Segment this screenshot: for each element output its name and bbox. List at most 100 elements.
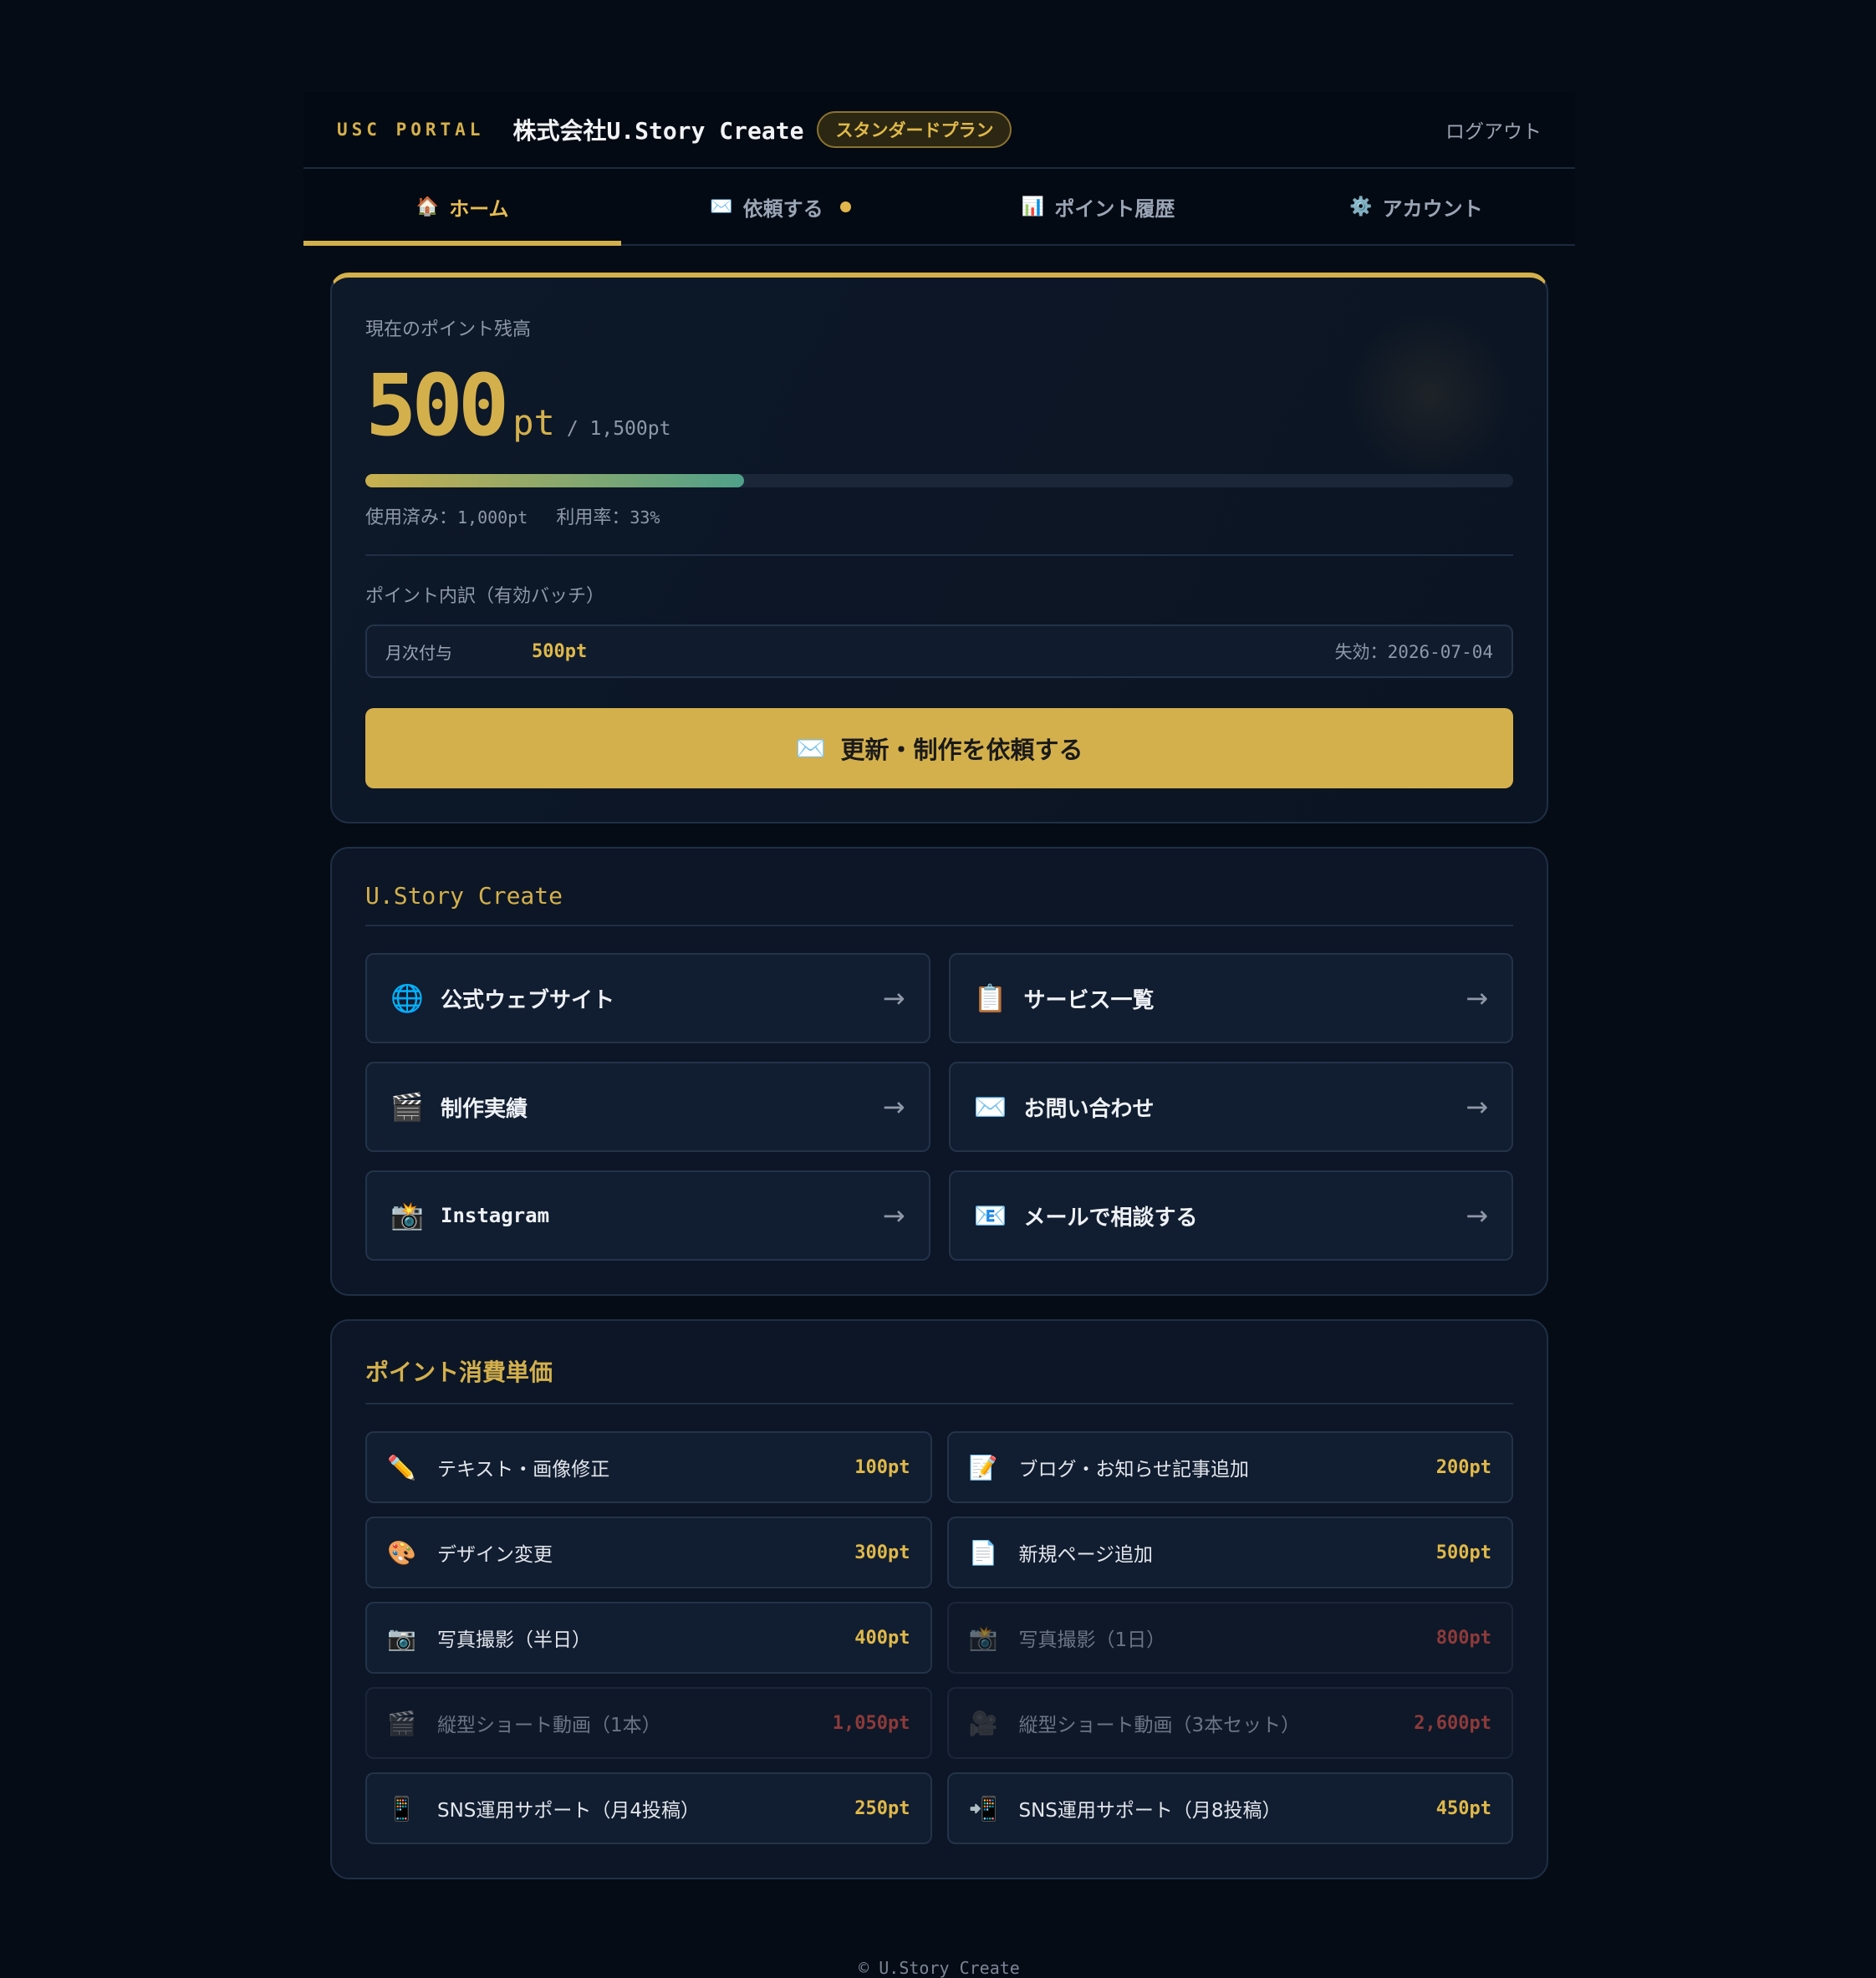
- link-instagram[interactable]: 📸 Instagram →: [365, 1170, 930, 1261]
- price-item: 🎬 縦型ショート動画（1本） 1,050pt: [365, 1687, 932, 1759]
- price-label: 新規ページ追加: [1018, 1544, 1154, 1566]
- links-card: U.Story Create 🌐 公式ウェブサイト → 📋 サービス一覧 → 🎬…: [330, 847, 1548, 1296]
- link-label: 公式ウェブサイト: [441, 987, 615, 1013]
- home-icon: 🏠: [415, 196, 440, 217]
- palette-icon: 🎨: [387, 1538, 416, 1567]
- prices-card: ポイント消費単価 ✏️ テキスト・画像修正 100pt 📝 ブログ・お知らせ記事追加 2…: [330, 1319, 1548, 1879]
- clapperboard-icon: 🎬: [390, 1091, 424, 1123]
- price-item: 📸 写真撮影（1日） 800pt: [946, 1602, 1513, 1674]
- batch-expiry: 失効：2026-07-04: [1335, 639, 1493, 664]
- envelope-icon: ✉️: [710, 196, 733, 217]
- tab-home[interactable]: 🏠 ホーム: [303, 169, 622, 246]
- links-section-title: U.Story Create: [365, 882, 1513, 926]
- footer: © U.Story Create: [859, 1958, 1020, 1978]
- price-value: 200pt: [1435, 1456, 1491, 1478]
- tab-label: ポイント履歴: [1054, 196, 1175, 221]
- link-services[interactable]: 📋 サービス一覧 →: [948, 953, 1513, 1043]
- price-item: 🎥 縦型ショート動画（3本セット） 2,600pt: [946, 1687, 1513, 1759]
- arrow-right-icon: →: [882, 982, 905, 1014]
- header: USC PORTAL 株式会社U.Story Create スタンダードプラン …: [303, 92, 1575, 169]
- memo-icon: 📝: [968, 1453, 998, 1481]
- link-label: 制作実績: [441, 1096, 528, 1122]
- envelope-icon: ✉️: [973, 1091, 1007, 1123]
- price-value: 800pt: [1435, 1627, 1491, 1649]
- camera-flash-icon: 📸: [390, 1200, 424, 1231]
- divider: [365, 554, 1513, 556]
- balance-unit: pt: [512, 402, 555, 443]
- plan-badge: スタンダードプラン: [817, 111, 1012, 148]
- request-button[interactable]: ✉️ 更新・制作を依頼する: [365, 708, 1513, 788]
- page-icon: 📄: [968, 1538, 998, 1567]
- pencil-icon: ✏️: [387, 1453, 416, 1481]
- price-value: 500pt: [1435, 1542, 1491, 1563]
- prices-section-title: ポイント消費単価: [365, 1354, 1513, 1404]
- used-value: 1,000pt: [457, 507, 528, 528]
- link-contact[interactable]: ✉️ お問い合わせ →: [948, 1062, 1513, 1152]
- tab-bar: 🏠 ホーム ✉️ 依頼する 📊 ポイント履歴 ⚙️ アカウント: [303, 169, 1575, 246]
- price-value: 2,600pt: [1414, 1712, 1491, 1734]
- price-item: 📷 写真撮影（半日） 400pt: [365, 1602, 932, 1674]
- link-official-website[interactable]: 🌐 公式ウェブサイト →: [365, 953, 930, 1043]
- arrow-right-icon: →: [882, 1091, 905, 1123]
- tab-account[interactable]: ⚙️ アカウント: [1257, 169, 1575, 244]
- globe-icon: 🌐: [390, 982, 424, 1014]
- link-grid: 🌐 公式ウェブサイト → 📋 サービス一覧 → 🎬 制作実績 → ✉️ お問い合…: [365, 953, 1513, 1261]
- notification-dot: [839, 201, 851, 212]
- balance-row: 500 pt / 1,500pt: [365, 356, 1513, 456]
- tab-label: 依頼する: [742, 196, 823, 221]
- usage-stats: 使用済み：1,000pt 利用率：33%: [365, 502, 1513, 529]
- tab-label: アカウント: [1382, 196, 1483, 221]
- tab-point-history[interactable]: 📊 ポイント履歴: [940, 169, 1257, 244]
- balance-label: 現在のポイント残高: [365, 319, 532, 340]
- batch-label: 月次付与: [385, 642, 452, 663]
- price-label: 写真撮影（半日）: [437, 1629, 591, 1651]
- link-email-consult[interactable]: 📧 メールで相談する →: [948, 1170, 1513, 1261]
- balance-card: 現在のポイント残高 500 pt / 1,500pt 使用済み：1,000pt …: [330, 273, 1548, 823]
- price-label: デザイン変更: [437, 1544, 553, 1566]
- usage-progress-bar: [365, 474, 1513, 487]
- usage-progress-fill: [365, 474, 745, 487]
- price-label: SNS運用サポート（月4投稿）: [437, 1800, 701, 1822]
- price-label: SNS運用サポート（月8投稿）: [1018, 1800, 1282, 1822]
- price-label: 写真撮影（1日）: [1018, 1629, 1166, 1651]
- email-icon: 📧: [973, 1200, 1007, 1231]
- link-label: メールで相談する: [1023, 1205, 1198, 1231]
- used-stat: 使用済み：1,000pt: [365, 502, 528, 529]
- rate-value: 33%: [630, 507, 660, 528]
- clipboard-icon: 📋: [973, 982, 1007, 1014]
- breakdown-title: ポイント内訳（有効バッチ）: [365, 586, 605, 607]
- price-value: 100pt: [854, 1456, 910, 1478]
- camera-icon: 📷: [387, 1624, 416, 1652]
- price-value: 450pt: [1435, 1797, 1491, 1819]
- price-item: 📲 SNS運用サポート（月8投稿） 450pt: [946, 1772, 1513, 1844]
- expiry-label: 失効：: [1334, 642, 1388, 662]
- price-value: 400pt: [854, 1627, 910, 1649]
- price-label: ブログ・お知らせ記事追加: [1018, 1459, 1250, 1481]
- logout-button[interactable]: ログアウト: [1445, 115, 1542, 144]
- portal-app: USC PORTAL 株式会社U.Story Create スタンダードプラン …: [303, 92, 1575, 1978]
- price-label: 縦型ショート動画（1本）: [437, 1715, 661, 1736]
- phone-icon: 📱: [387, 1794, 416, 1823]
- phone-arrow-icon: 📲: [968, 1794, 998, 1823]
- price-item: 📱 SNS運用サポート（月4投稿） 250pt: [365, 1772, 932, 1844]
- chart-icon: 📊: [1021, 196, 1045, 217]
- link-portfolio[interactable]: 🎬 制作実績 →: [365, 1062, 930, 1152]
- video-camera-icon: 🎥: [968, 1709, 998, 1737]
- tab-label: ホーム: [449, 196, 509, 221]
- envelope-icon: ✉️: [795, 733, 826, 762]
- expiry-date: 2026-07-04: [1387, 642, 1493, 662]
- price-grid: ✏️ テキスト・画像修正 100pt 📝 ブログ・お知らせ記事追加 200pt 🎨 デザイ…: [365, 1431, 1513, 1844]
- point-batch-row: 月次付与 500pt 失効：2026-07-04: [365, 624, 1513, 678]
- clapperboard-icon: 🎬: [387, 1709, 416, 1737]
- arrow-right-icon: →: [1466, 1200, 1488, 1231]
- tab-request[interactable]: ✉️ 依頼する: [621, 169, 939, 244]
- link-label: サービス一覧: [1023, 987, 1155, 1013]
- rate-stat: 利用率：33%: [556, 502, 660, 529]
- camera-flash-icon: 📸: [968, 1624, 998, 1652]
- arrow-right-icon: →: [1466, 982, 1488, 1014]
- arrow-right-icon: →: [882, 1200, 905, 1231]
- price-value: 300pt: [854, 1542, 910, 1563]
- price-label: テキスト・画像修正: [437, 1459, 610, 1481]
- gear-icon: ⚙️: [1349, 196, 1373, 217]
- link-label: Instagram: [441, 1204, 550, 1227]
